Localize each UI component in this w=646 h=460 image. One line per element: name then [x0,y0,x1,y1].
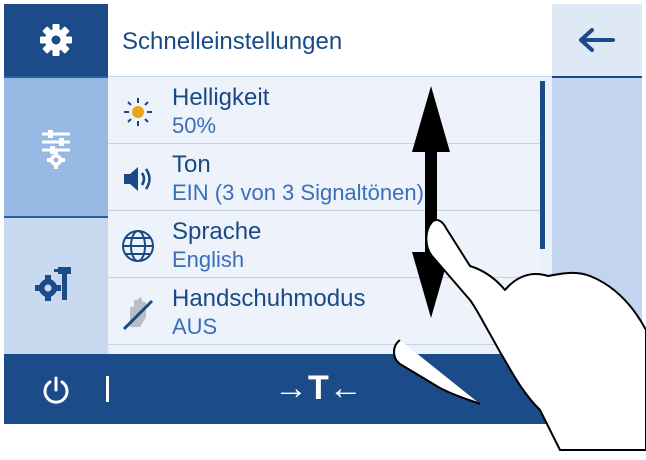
settings-adjust-icon [42,130,70,169]
setting-label: Ton [172,151,211,178]
quick-settings-nav-item[interactable] [4,78,108,216]
bottom-bar-divider [106,376,109,402]
left-rail [4,4,108,354]
settings-list[interactable]: Helligkeit 50% Ton EIN (3 von 3 Signaltö… [108,77,552,354]
setting-label: Helligkeit [172,84,270,111]
device-screen: Schnelleinstellungen Helligkeit 50% Ton … [4,4,642,424]
power-icon[interactable] [40,374,72,406]
settings-nav-item[interactable] [4,4,108,76]
setting-row-brightness[interactable]: Helligkeit 50% [108,77,540,144]
tools-settings-icon [35,267,71,301]
setting-row-language[interactable]: Sprache English [108,211,540,278]
list-scrollbar[interactable] [540,81,545,249]
gear-icon [40,24,72,56]
zero-button[interactable]: →T← [274,369,363,408]
tools-nav-item[interactable] [4,218,108,354]
right-panel [552,78,642,354]
setting-value: EIN (3 von 3 Signaltönen) [172,180,424,205]
setting-label: Handschuhmodus [172,285,366,312]
setting-label: Sprache [172,218,262,245]
globe-icon [122,230,154,262]
arrow-left-icon [579,28,615,52]
setting-row-sound[interactable]: Ton EIN (3 von 3 Signaltönen) [108,144,540,211]
setting-value: English [172,247,245,272]
setting-row-glove-mode[interactable]: Handschuhmodus AUS [108,278,540,345]
back-button[interactable] [552,4,642,76]
setting-value: 50% [172,113,217,138]
header: Schnelleinstellungen [108,4,552,77]
page-title: Schnelleinstellungen [122,28,343,55]
glove-mode-icon [122,297,154,331]
speaker-icon [124,167,151,191]
setting-value: AUS [172,314,218,339]
brightness-icon [124,98,152,126]
